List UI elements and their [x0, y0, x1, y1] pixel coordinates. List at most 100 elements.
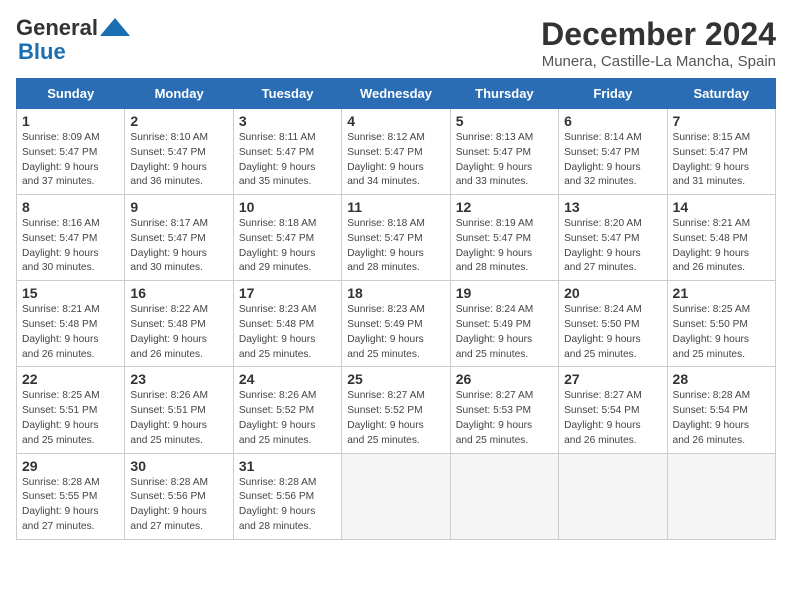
calendar-cell: 23Sunrise: 8:26 AM Sunset: 5:51 PM Dayli… — [125, 367, 233, 453]
calendar-week: 22Sunrise: 8:25 AM Sunset: 5:51 PM Dayli… — [17, 367, 776, 453]
day-number: 17 — [239, 285, 336, 301]
header-saturday: Saturday — [667, 79, 775, 109]
header-tuesday: Tuesday — [233, 79, 341, 109]
day-number: 2 — [130, 113, 227, 129]
day-number: 8 — [22, 199, 119, 215]
calendar-cell: 11 Sunrise: 8:18 AM Sunset: 5:47 PM Dayli… — [342, 195, 450, 281]
day-number: 25 — [347, 371, 444, 387]
day-info: Sunrise: 8:23 AM Sunset: 5:48 PM Dayligh… — [239, 303, 336, 362]
calendar-cell: 5 Sunrise: 8:13 AM Sunset: 5:47 PM Daylig… — [450, 109, 558, 195]
calendar-body: 1Sunrise: 8:09 AM Sunset: 5:47 PM Daylig… — [17, 109, 776, 540]
day-number: 7 — [673, 113, 770, 129]
calendar-cell: 16 Sunrise: 8:22 AM Sunset: 5:48 PM Dayli… — [125, 281, 233, 367]
calendar-cell: 13 Sunrise: 8:20 AM Sunset: 5:47 PM Dayli… — [559, 195, 667, 281]
calendar-week: 8 Sunrise: 8:16 AM Sunset: 5:47 PM Daylig… — [17, 195, 776, 281]
day-info: Sunrise: 8:20 AM Sunset: 5:47 PM Dayligh… — [564, 217, 661, 276]
calendar-cell: 28 Sunrise: 8:28 AM Sunset: 5:54 PM Dayli… — [667, 367, 775, 453]
header-thursday: Thursday — [450, 79, 558, 109]
logo-blue-text: Blue — [18, 39, 66, 64]
day-number: 18 — [347, 285, 444, 301]
day-number: 14 — [673, 199, 770, 215]
day-number: 31 — [239, 458, 336, 474]
calendar-cell: 1Sunrise: 8:09 AM Sunset: 5:47 PM Daylig… — [17, 109, 125, 195]
day-number: 16 — [130, 285, 227, 301]
day-number: 9 — [130, 199, 227, 215]
calendar-cell — [667, 453, 775, 539]
day-number: 19 — [456, 285, 553, 301]
day-number: 30 — [130, 458, 227, 474]
calendar-cell: 21Sunrise: 8:25 AM Sunset: 5:50 PM Dayli… — [667, 281, 775, 367]
day-number: 5 — [456, 113, 553, 129]
day-number: 3 — [239, 113, 336, 129]
calendar-subtitle: Munera, Castille-La Mancha, Spain — [541, 53, 776, 70]
day-info: Sunrise: 8:18 AM Sunset: 5:47 PM Dayligh… — [347, 217, 444, 276]
calendar-cell: 25 Sunrise: 8:27 AM Sunset: 5:52 PM Dayli… — [342, 367, 450, 453]
calendar-cell: 7 Sunrise: 8:15 AM Sunset: 5:47 PM Daylig… — [667, 109, 775, 195]
calendar-cell: 14 Sunrise: 8:21 AM Sunset: 5:48 PM Dayli… — [667, 195, 775, 281]
calendar-table: SundayMondayTuesdayWednesdayThursdayFrid… — [16, 78, 776, 540]
day-info: Sunrise: 8:12 AM Sunset: 5:47 PM Dayligh… — [347, 131, 444, 190]
day-number: 27 — [564, 371, 661, 387]
calendar-cell — [559, 453, 667, 539]
calendar-cell: 4 Sunrise: 8:12 AM Sunset: 5:47 PM Daylig… — [342, 109, 450, 195]
day-info: Sunrise: 8:28 AM Sunset: 5:55 PM Dayligh… — [22, 476, 119, 535]
calendar-cell: 31 Sunrise: 8:28 AM Sunset: 5:56 PM Dayli… — [233, 453, 341, 539]
header-friday: Friday — [559, 79, 667, 109]
day-info: Sunrise: 8:27 AM Sunset: 5:54 PM Dayligh… — [564, 389, 661, 448]
day-number: 21 — [673, 285, 770, 301]
day-number: 1 — [22, 113, 119, 129]
calendar-week: 1Sunrise: 8:09 AM Sunset: 5:47 PM Daylig… — [17, 109, 776, 195]
day-info: Sunrise: 8:11 AM Sunset: 5:47 PM Dayligh… — [239, 131, 336, 190]
calendar-cell: 17 Sunrise: 8:23 AM Sunset: 5:48 PM Dayli… — [233, 281, 341, 367]
calendar-cell: 9 Sunrise: 8:17 AM Sunset: 5:47 PM Daylig… — [125, 195, 233, 281]
day-info: Sunrise: 8:28 AM Sunset: 5:56 PM Dayligh… — [130, 476, 227, 535]
day-info: Sunrise: 8:13 AM Sunset: 5:47 PM Dayligh… — [456, 131, 553, 190]
calendar-cell — [450, 453, 558, 539]
calendar-cell: 8 Sunrise: 8:16 AM Sunset: 5:47 PM Daylig… — [17, 195, 125, 281]
calendar-cell: 24 Sunrise: 8:26 AM Sunset: 5:52 PM Dayli… — [233, 367, 341, 453]
day-info: Sunrise: 8:17 AM Sunset: 5:47 PM Dayligh… — [130, 217, 227, 276]
day-info: Sunrise: 8:22 AM Sunset: 5:48 PM Dayligh… — [130, 303, 227, 362]
day-number: 12 — [456, 199, 553, 215]
day-info: Sunrise: 8:23 AM Sunset: 5:49 PM Dayligh… — [347, 303, 444, 362]
day-info: Sunrise: 8:25 AM Sunset: 5:51 PM Dayligh… — [22, 389, 119, 448]
header-monday: Monday — [125, 79, 233, 109]
day-number: 28 — [673, 371, 770, 387]
calendar-header: SundayMondayTuesdayWednesdayThursdayFrid… — [17, 79, 776, 109]
day-info: Sunrise: 8:18 AM Sunset: 5:47 PM Dayligh… — [239, 217, 336, 276]
calendar-week: 29Sunrise: 8:28 AM Sunset: 5:55 PM Dayli… — [17, 453, 776, 539]
day-number: 4 — [347, 113, 444, 129]
title-area: December 2024 Munera, Castille-La Mancha… — [541, 16, 776, 70]
day-number: 13 — [564, 199, 661, 215]
logo-text: General — [16, 16, 98, 40]
day-info: Sunrise: 8:27 AM Sunset: 5:53 PM Dayligh… — [456, 389, 553, 448]
header-row: SundayMondayTuesdayWednesdayThursdayFrid… — [17, 79, 776, 109]
calendar-cell: 19 Sunrise: 8:24 AM Sunset: 5:49 PM Dayli… — [450, 281, 558, 367]
calendar-title: December 2024 — [541, 16, 776, 53]
day-number: 20 — [564, 285, 661, 301]
day-info: Sunrise: 8:28 AM Sunset: 5:56 PM Dayligh… — [239, 476, 336, 535]
day-info: Sunrise: 8:16 AM Sunset: 5:47 PM Dayligh… — [22, 217, 119, 276]
calendar-cell: 20Sunrise: 8:24 AM Sunset: 5:50 PM Dayli… — [559, 281, 667, 367]
day-info: Sunrise: 8:28 AM Sunset: 5:54 PM Dayligh… — [673, 389, 770, 448]
day-info: Sunrise: 8:26 AM Sunset: 5:52 PM Dayligh… — [239, 389, 336, 448]
day-info: Sunrise: 8:24 AM Sunset: 5:49 PM Dayligh… — [456, 303, 553, 362]
header: General Blue December 2024 Munera, Casti… — [16, 16, 776, 70]
day-number: 23 — [130, 371, 227, 387]
calendar-cell: 15Sunrise: 8:21 AM Sunset: 5:48 PM Dayli… — [17, 281, 125, 367]
day-info: Sunrise: 8:27 AM Sunset: 5:52 PM Dayligh… — [347, 389, 444, 448]
calendar-cell: 29Sunrise: 8:28 AM Sunset: 5:55 PM Dayli… — [17, 453, 125, 539]
day-info: Sunrise: 8:15 AM Sunset: 5:47 PM Dayligh… — [673, 131, 770, 190]
day-number: 6 — [564, 113, 661, 129]
day-number: 11 — [347, 199, 444, 215]
day-info: Sunrise: 8:14 AM Sunset: 5:47 PM Dayligh… — [564, 131, 661, 190]
calendar-cell: 22Sunrise: 8:25 AM Sunset: 5:51 PM Dayli… — [17, 367, 125, 453]
header-wednesday: Wednesday — [342, 79, 450, 109]
day-info: Sunrise: 8:21 AM Sunset: 5:48 PM Dayligh… — [673, 217, 770, 276]
day-number: 24 — [239, 371, 336, 387]
day-number: 15 — [22, 285, 119, 301]
header-sunday: Sunday — [17, 79, 125, 109]
day-number: 10 — [239, 199, 336, 215]
day-info: Sunrise: 8:19 AM Sunset: 5:47 PM Dayligh… — [456, 217, 553, 276]
calendar-week: 15Sunrise: 8:21 AM Sunset: 5:48 PM Dayli… — [17, 281, 776, 367]
